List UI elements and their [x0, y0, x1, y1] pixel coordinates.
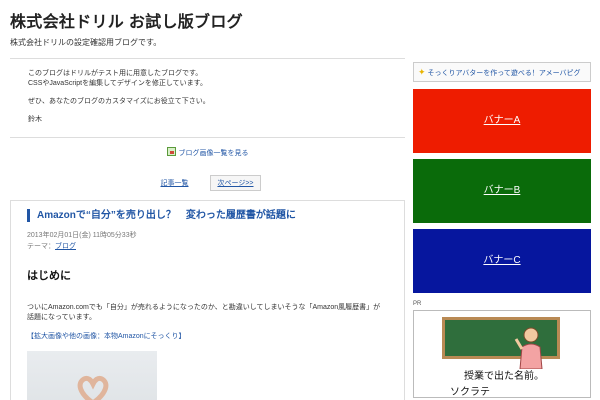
blog-entry: Amazonで“自分”を売り出し？ 変わった履歴書が話題に 2013年02月01… — [10, 200, 405, 400]
intro-line: ぜひ、あなたのブログのカスタマイズにお役立て下さい。 — [28, 98, 210, 105]
intro-line: このブログはドリルがテスト用に用意したブログです。 — [28, 70, 203, 77]
site-description: 株式会社ドリルの設定確認用ブログです。 — [10, 38, 162, 47]
banner-c[interactable]: バナーC — [413, 229, 591, 293]
entry-date: 2013年02月01日(金) 11時05分33秒 — [27, 232, 137, 239]
pr-ad-text: 授業で出た名前。 — [464, 371, 544, 382]
sidebar: ✦ そっくりアバターを作って遊べる！アメーバピグ バナーA バナーB バナーC P… — [413, 62, 591, 398]
pr-label: PR — [413, 301, 422, 307]
entry-theme: テーマ：ブログ — [27, 241, 404, 251]
entry-theme-link[interactable]: ブログ — [55, 243, 76, 250]
intro-box: このブログはドリルがテスト用に用意したブログです。 CSSやJavaScript… — [10, 58, 405, 138]
image-list-row: ブログ画像一覧を見る — [10, 147, 405, 158]
image-gallery-icon — [166, 147, 176, 156]
sparkle-icon: ✦ — [418, 67, 426, 77]
blog-header: 株式会社ドリル お試し版ブログ 株式会社ドリルの設定確認用ブログです。 — [10, 8, 430, 48]
entry-image-link[interactable]: 【拡大画像や他の画像：本物Amazonにそっくり】 — [27, 331, 404, 341]
site-title[interactable]: 株式会社ドリル お試し版ブログ — [10, 8, 430, 32]
pr-ad[interactable]: 授業で出た名前。 ソクラテ — [413, 310, 591, 398]
heart-hands-image — [77, 375, 109, 400]
intro-signature: 鈴木 — [28, 116, 42, 123]
intro-line: CSSやJavaScriptを編集してデザインを修正しています。 — [28, 80, 207, 87]
image-list-link[interactable]: ブログ画像一覧を見る — [179, 150, 249, 157]
next-page-button[interactable]: 次ページ>> — [210, 175, 261, 191]
banner-a[interactable]: バナーA — [413, 89, 591, 153]
entry-title-link[interactable]: Amazonで“自分”を売り出し？ 変わった履歴書が話題に — [27, 209, 404, 222]
pager: 記事一覧 次ページ>> — [10, 175, 405, 191]
main-column: このブログはドリルがテスト用に用意したブログです。 CSSやJavaScript… — [10, 58, 405, 400]
entry-photo[interactable] — [27, 351, 157, 400]
entry-heading: はじめに — [27, 270, 71, 282]
entry-body: ついにAmazon.comでも「自分」が売れるようになったのか、と勘違いしてしま… — [27, 304, 381, 321]
promo-text: そっくりアバターを作って遊べる！アメーバピグ — [427, 70, 581, 77]
article-list-link[interactable]: 記事一覧 — [155, 176, 195, 190]
pr-ad-text: ソクラテ — [450, 387, 490, 398]
entry-theme-label: テーマ： — [27, 243, 55, 250]
teacher-illustration — [514, 327, 543, 369]
banner-b[interactable]: バナーB — [413, 159, 591, 223]
pigg-promo-link[interactable]: ✦ そっくりアバターを作って遊べる！アメーバピグ — [413, 62, 591, 82]
